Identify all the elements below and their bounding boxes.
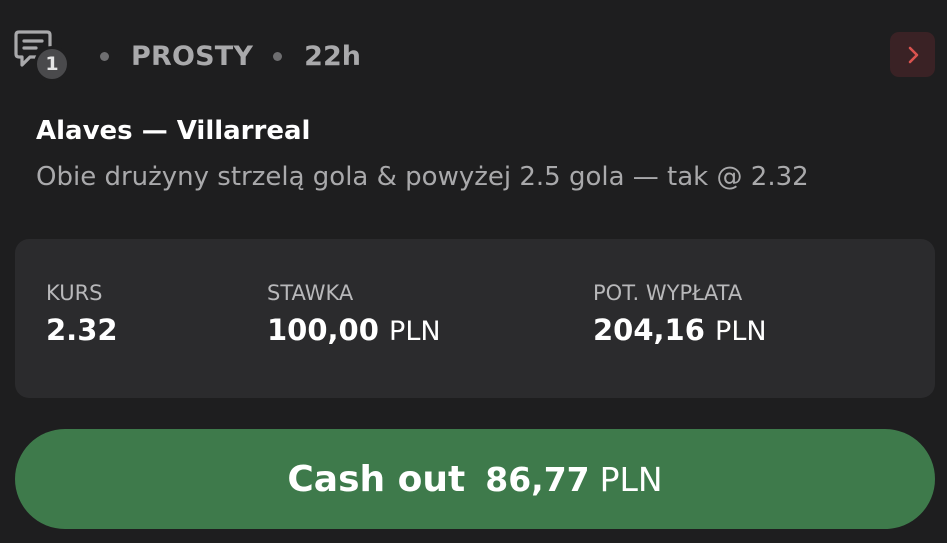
payout-currency: PLN [715,316,767,347]
separator-dot [273,51,283,61]
payout-label: POT. WYPŁATA [593,281,743,305]
odds-value: 2.32 [46,313,118,347]
bet-card: 1 PROSTY 22h Alaves — Villarreal Obie dr… [0,0,947,543]
bet-type: PROSTY [131,40,254,72]
chevron-right-icon [908,46,918,63]
match-title: Alaves — Villarreal [36,116,311,146]
payout-stat: POT. WYPŁATA 204,16 PLN [593,281,767,347]
bet-time: 22h [304,40,361,72]
stake-value: 100,00 [267,313,379,347]
odds-stat: KURS 2.32 [46,281,118,347]
odds-label: KURS [46,281,103,305]
cash-out-label: Cash out [287,458,466,500]
stake-value-row: 100,00 PLN [267,313,441,347]
stake-label: STAWKA [267,281,354,305]
stake-stat: STAWKA 100,00 PLN [267,281,441,347]
payout-value: 204,16 [593,313,705,347]
bet-header: 1 PROSTY 22h [14,28,361,84]
payout-value-row: 204,16 PLN [593,313,767,347]
stake-currency: PLN [389,316,441,347]
open-bet-button[interactable] [890,32,935,77]
comments-button[interactable]: 1 [14,28,70,84]
comment-count-badge: 1 [34,46,70,82]
bet-selection: Obie drużyny strzelą gola & powyżej 2.5 … [36,162,809,192]
cash-out-button[interactable]: Cash out 86,77 PLN [15,429,935,529]
bet-stats-panel: KURS 2.32 STAWKA 100,00 PLN POT. WYPŁATA… [15,239,935,398]
separator-dot [100,51,109,61]
cash-out-currency: PLN [599,459,663,499]
cash-out-amount: 86,77 [485,459,590,499]
